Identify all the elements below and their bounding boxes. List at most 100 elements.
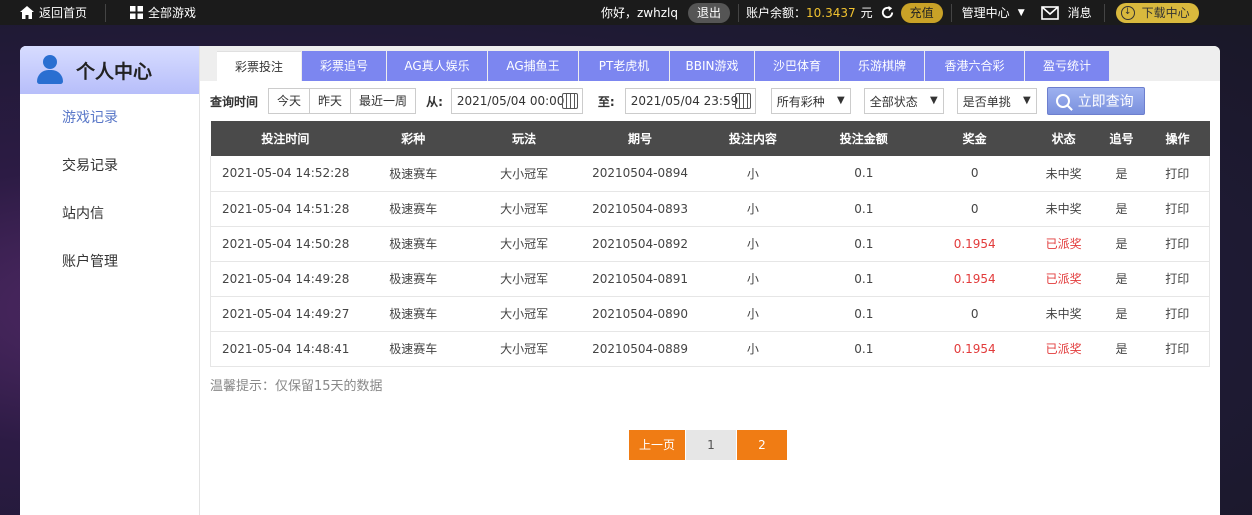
main-panel: 个人中心 游戏记录 交易记录 站内信 账户管理 彩票投注 彩票追号 AG真人娱乐…	[20, 46, 1220, 515]
divider	[950, 3, 952, 22]
column-header: 期号	[582, 121, 698, 156]
chase-cell: 是	[1097, 226, 1146, 262]
sidebar-item-messages[interactable]: 站内信	[20, 190, 199, 238]
issue-cell: 20210504-0893	[582, 191, 698, 227]
recharge-button[interactable]: 充值	[900, 2, 943, 23]
tab-lottery-bets[interactable]: 彩票投注	[217, 51, 301, 81]
balance-label: 账户余额：	[746, 6, 807, 20]
today-button[interactable]: 今天	[269, 89, 311, 113]
calendar-icon[interactable]	[734, 93, 751, 109]
single-pick-value: 是否单挑	[962, 94, 1011, 109]
all-games-link[interactable]: 全部游戏	[130, 0, 196, 25]
last-week-button[interactable]: 最近一周	[351, 89, 415, 113]
print-action[interactable]: 打印	[1145, 296, 1210, 332]
column-header: 投注金额	[807, 121, 920, 156]
sidebar-item-game-records[interactable]: 游戏记录	[20, 94, 199, 142]
calendar-icon[interactable]	[561, 93, 578, 109]
play-type-cell: 大小冠军	[466, 296, 583, 332]
bet-content-cell: 小	[698, 226, 808, 262]
prev-page-button[interactable]: 上一页	[629, 430, 685, 460]
issue-cell: 20210504-0889	[582, 331, 698, 367]
bet-time-cell: 2021-05-04 14:49:28	[210, 261, 361, 297]
tab-hk-mark-six[interactable]: 香港六合彩	[925, 51, 1024, 81]
sidebar-header: 个人中心	[20, 46, 199, 94]
quick-date-group: 今天 昨天 最近一周	[268, 88, 417, 114]
sidebar-item-account[interactable]: 账户管理	[20, 238, 199, 286]
tab-pt-slots[interactable]: PT老虎机	[579, 51, 669, 81]
divider	[105, 3, 107, 22]
refresh-icon[interactable]	[880, 5, 895, 20]
tab-lottery-chase[interactable]: 彩票追号	[302, 51, 386, 81]
start-date-value: 2021/05/04 00:00	[456, 94, 565, 108]
manage-center-menu[interactable]: 管理中心	[962, 4, 1010, 21]
bet-amount-cell: 0.1	[807, 191, 920, 227]
play-type-cell: 大小冠军	[466, 191, 583, 227]
chevron-down-icon: ▼	[836, 95, 845, 106]
tab-profit-stats[interactable]: 盈亏统计	[1025, 51, 1109, 81]
lottery-cell: 极速赛车	[360, 331, 467, 367]
divider	[1103, 3, 1105, 22]
end-date-input[interactable]: 2021/05/04 23:59	[624, 88, 756, 114]
mail-icon[interactable]	[1040, 5, 1059, 20]
lottery-cell: 极速赛车	[360, 156, 467, 192]
balance-value: 10.3437	[806, 5, 856, 20]
pagination: 上一页 1 2	[629, 430, 788, 460]
tab-saba-sports[interactable]: 沙巴体育	[755, 51, 839, 81]
chase-cell: 是	[1097, 156, 1146, 192]
message-link[interactable]: 消息	[1068, 4, 1092, 21]
query-button-label: 立即查询	[1077, 94, 1134, 110]
tab-bbin-games[interactable]: BBIN游戏	[670, 51, 754, 81]
chevron-down-icon[interactable]: ▼	[1018, 8, 1025, 18]
tab-ag-fishing[interactable]: AG捕鱼王	[488, 51, 578, 81]
print-action[interactable]: 打印	[1145, 226, 1210, 262]
retention-tip: 温馨提示：仅保留15天的数据	[210, 379, 383, 394]
status-value: 全部状态	[869, 94, 918, 109]
yesterday-button[interactable]: 昨天	[310, 89, 352, 113]
chase-cell: 是	[1097, 296, 1146, 332]
home-link[interactable]: 返回首页	[0, 0, 87, 25]
download-icon: ↓	[1120, 5, 1135, 20]
issue-cell: 20210504-0894	[582, 156, 698, 192]
column-header: 奖金	[919, 121, 1030, 156]
query-button[interactable]: 立即查询	[1046, 87, 1145, 115]
table-row: 2021-05-04 14:50:28 极速赛车 大小冠军 20210504-0892…	[210, 226, 1210, 262]
top-bar: 返回首页 全部游戏 你好，zwhzlq 退出 账户余额： 10.3437 元 充…	[0, 0, 1252, 25]
download-label: 下载中心	[1141, 5, 1190, 20]
play-type-cell: 大小冠军	[466, 331, 583, 367]
balance-unit: 元	[860, 6, 873, 20]
lottery-type-select[interactable]: 所有彩种 ▼	[770, 88, 851, 114]
bet-records-table: 投注时间 彩种 玩法 期号 投注内容 投注金额 奖金 状态 追号 操作 2021…	[210, 121, 1210, 367]
page-button-1[interactable]: 1	[686, 430, 736, 460]
print-action[interactable]: 打印	[1145, 331, 1210, 367]
sidebar-title: 个人中心	[76, 60, 153, 83]
filter-bar: 查询时间 今天 昨天 最近一周 从: 2021/05/04 00:00 至: 2…	[210, 87, 1145, 115]
bet-content-cell: 小	[698, 261, 808, 297]
tab-leyou-chess[interactable]: 乐游棋牌	[840, 51, 924, 81]
tab-ag-live[interactable]: AG真人娱乐	[387, 51, 487, 81]
issue-cell: 20210504-0891	[582, 261, 698, 297]
lottery-type-value: 所有彩种	[776, 94, 825, 109]
prize-cell: 0.1954	[919, 331, 1030, 367]
print-action[interactable]: 打印	[1145, 191, 1210, 227]
end-date-value: 2021/05/04 23:59	[630, 94, 739, 108]
play-type-cell: 大小冠军	[466, 156, 583, 192]
download-button[interactable]: ↓ 下载中心	[1115, 2, 1199, 23]
single-pick-select[interactable]: 是否单挑 ▼	[956, 88, 1037, 114]
logout-button[interactable]: 退出	[687, 2, 730, 23]
divider	[738, 3, 739, 22]
home-icon	[20, 6, 34, 19]
sidebar-item-transactions[interactable]: 交易记录	[20, 142, 199, 190]
bet-time-cell: 2021-05-04 14:51:28	[210, 191, 361, 227]
print-action[interactable]: 打印	[1145, 156, 1210, 192]
start-date-input[interactable]: 2021/05/04 00:00	[450, 88, 583, 114]
grid-icon	[130, 6, 144, 19]
status-select[interactable]: 全部状态 ▼	[863, 88, 944, 114]
prize-cell: 0	[919, 296, 1030, 332]
status-cell: 未中奖	[1029, 296, 1098, 332]
print-action[interactable]: 打印	[1145, 261, 1210, 297]
page-button-2[interactable]: 2	[737, 430, 787, 460]
bet-amount-cell: 0.1	[807, 261, 920, 297]
content-area: 彩票投注 彩票追号 AG真人娱乐 AG捕鱼王 PT老虎机 BBIN游戏 沙巴体育…	[200, 46, 1220, 515]
bet-amount-cell: 0.1	[807, 226, 920, 262]
sidebar: 个人中心 游戏记录 交易记录 站内信 账户管理	[20, 46, 200, 515]
